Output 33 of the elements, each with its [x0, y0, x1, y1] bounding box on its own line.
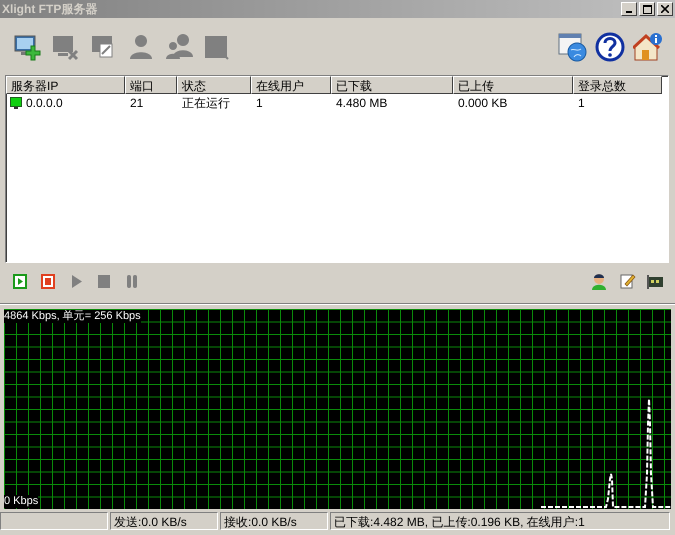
maximize-button[interactable]: [639, 2, 655, 16]
table-cell: 0.0.0.0: [26, 96, 63, 110]
table-cell-text: 0.000 KB: [457, 96, 508, 110]
browser-globe-icon: [557, 32, 587, 62]
column-header[interactable]: 服务器IP: [6, 76, 125, 94]
people-icon: [164, 32, 194, 62]
start-icon: [11, 272, 29, 290]
column-header[interactable]: 已上传: [453, 76, 573, 94]
column-header[interactable]: 端口: [125, 76, 177, 94]
column-header[interactable]: 在线用户: [251, 76, 331, 94]
stop-icon: [39, 272, 57, 290]
column-header[interactable]: 登录总数: [573, 76, 662, 94]
house-info-icon: [633, 32, 663, 62]
table-cell-text: 4.480 MB: [335, 96, 388, 110]
help-icon: [595, 32, 625, 62]
table-cell-text: 1: [577, 96, 586, 110]
close-button[interactable]: [657, 2, 673, 16]
edit-note-icon: [618, 272, 636, 290]
minimize-button[interactable]: [621, 2, 637, 16]
status-panel: 发送:0.0 KB/s: [110, 512, 218, 530]
window-title: Xlight FTP服务器: [2, 0, 98, 18]
person-icon: [590, 272, 608, 290]
table-cell-text: 21: [129, 96, 144, 110]
close-icon: [661, 5, 669, 13]
column-header[interactable]: 已下载: [331, 76, 453, 94]
maximize-icon: [642, 4, 652, 14]
column-header[interactable]: 状态: [177, 76, 251, 94]
table-cell-text: 1: [255, 96, 264, 110]
status-panel: 已下载:4.482 MB, 已上传:0.196 KB, 在线用户:1: [330, 512, 670, 530]
graph-scale-label: 4864 Kbps, 单元= 256 Kbps: [4, 310, 141, 323]
graph-zero-label: 0 Kbps: [4, 495, 38, 508]
table-cell-text: 正在运行: [181, 94, 231, 112]
status-panel: 接收:0.0 KB/s: [220, 512, 328, 530]
